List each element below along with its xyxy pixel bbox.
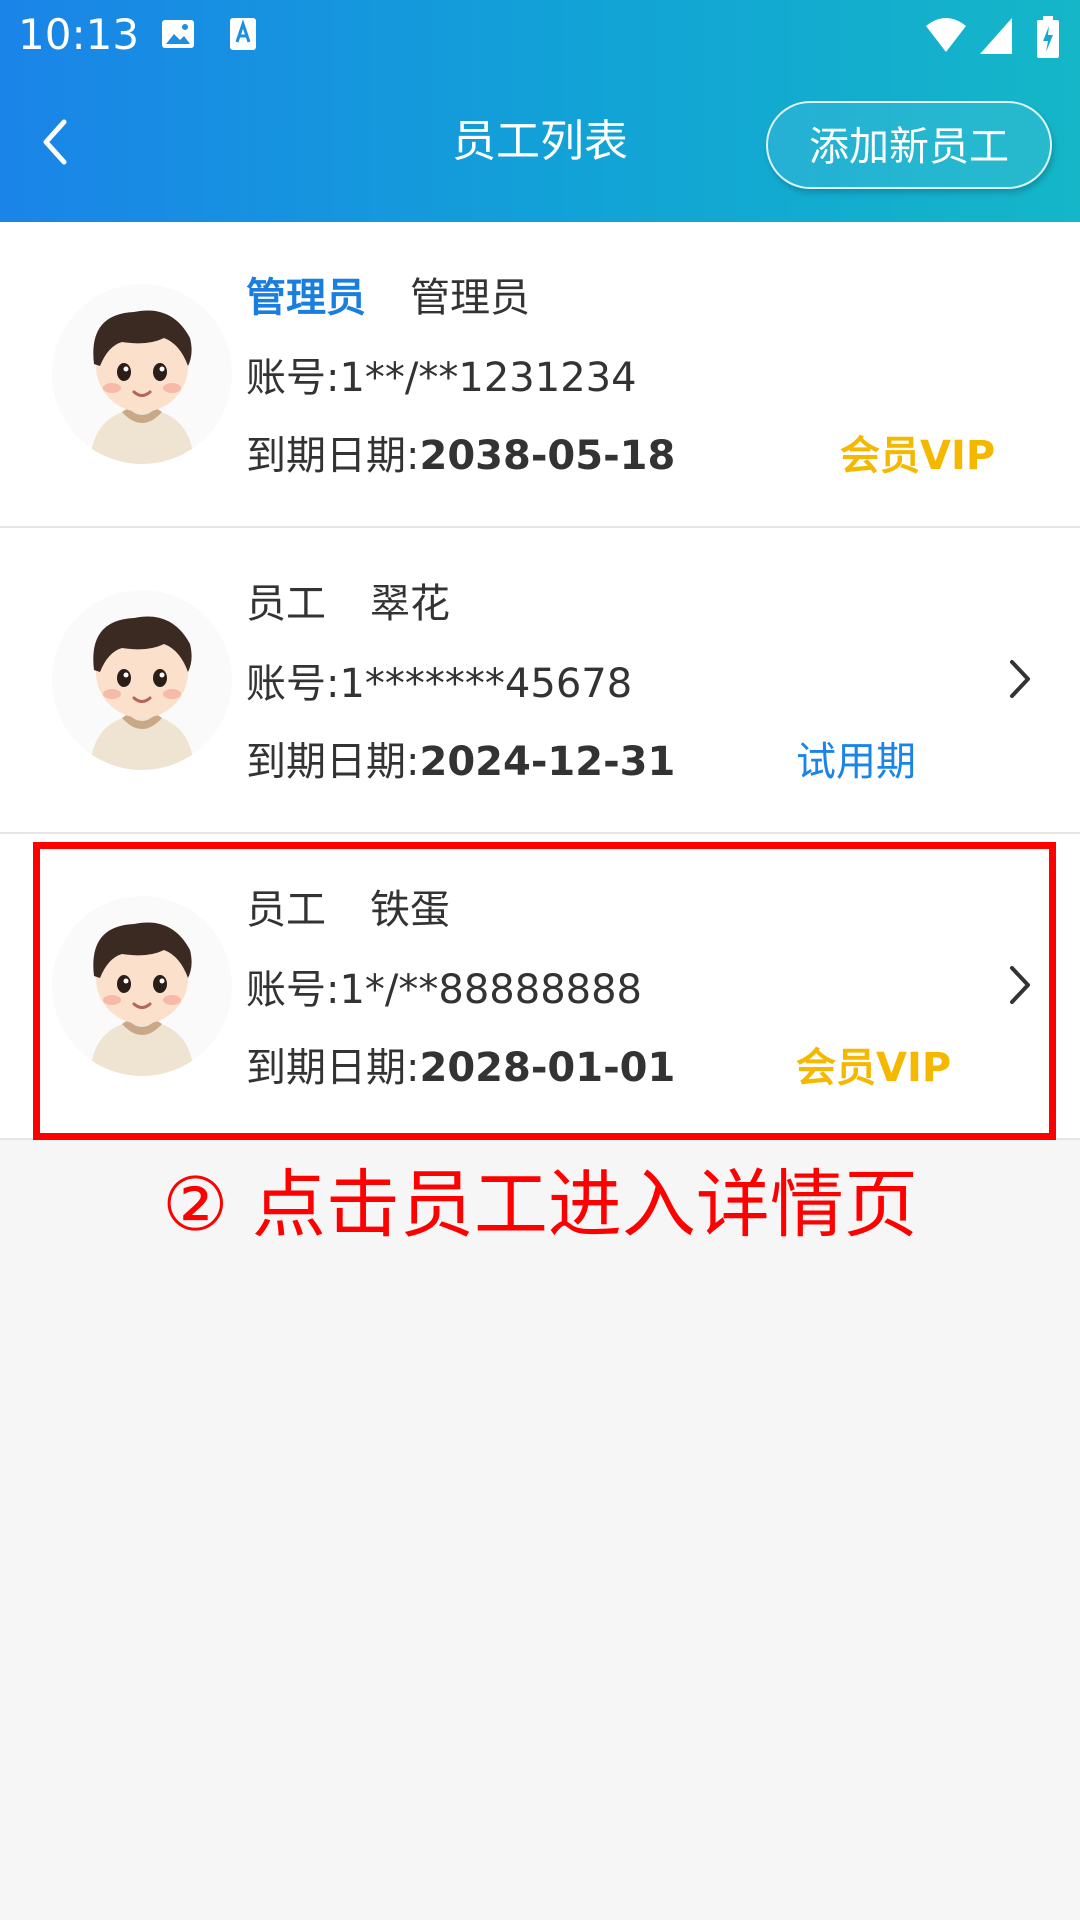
avatar	[52, 284, 232, 464]
navbar: 员工列表 添加新员工	[0, 90, 1080, 200]
employee-name: 管理员	[410, 275, 530, 321]
app-header: 10:13 员工列表 添加新员工	[0, 0, 1080, 222]
avatar-image	[90, 616, 194, 770]
status-time: 10:13	[18, 10, 140, 59]
expiry-label: 到期日期:	[246, 739, 420, 785]
battery-charging-icon	[1037, 16, 1059, 58]
chevron-right-icon	[1010, 660, 1030, 698]
status-bar: 10:13	[0, 0, 1080, 70]
employee-role: 管理员	[246, 275, 366, 321]
employee-row-admin[interactable]: 管理员 管理员 账号:1**/**1231234 到期日期:2038-05-18 …	[0, 222, 1080, 528]
add-employee-button[interactable]: 添加新员工	[766, 101, 1052, 189]
expiry-date: 2024-12-31	[419, 739, 676, 785]
employee-role: 员工	[246, 581, 326, 627]
status-badge: 试用期	[796, 739, 916, 785]
text-notification-icon	[230, 18, 256, 50]
employee-name: 翠花	[370, 581, 450, 627]
employee-account: 账号:1*******45678	[246, 661, 633, 707]
status-badge: 会员VIP	[840, 433, 996, 479]
expiry-date: 2038-05-18	[419, 433, 676, 479]
employee-row-cuihua[interactable]: 员工 翠花 账号:1*******45678 到期日期:2024-12-31 试用…	[0, 528, 1080, 834]
employee-account: 账号:1**/**1231234	[246, 355, 637, 401]
wifi-icon	[926, 18, 966, 52]
signal-icon	[980, 18, 1012, 54]
tutorial-annotation: ② 点击员工进入详情页	[162, 1162, 918, 1248]
avatar	[52, 590, 232, 770]
highlight-box	[33, 842, 1056, 1140]
expiry-label: 到期日期:	[246, 433, 420, 479]
avatar-image	[90, 310, 194, 464]
image-notification-icon	[162, 20, 194, 48]
